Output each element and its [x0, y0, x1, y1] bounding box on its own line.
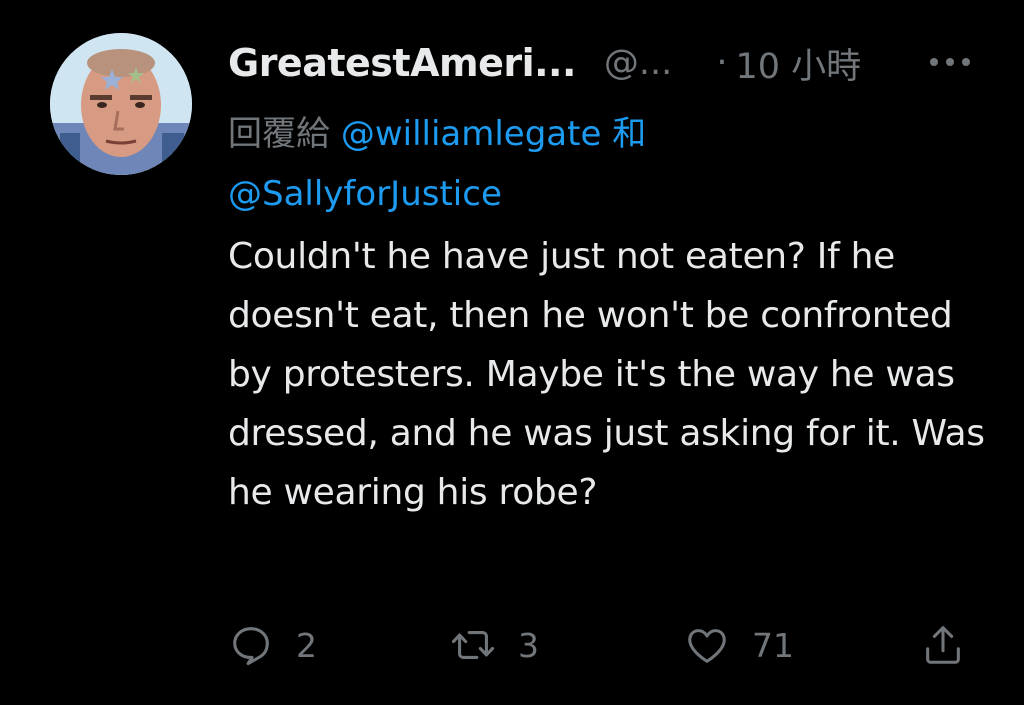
avatar-image — [50, 33, 192, 175]
tweet-timestamp[interactable]: 10 小時 — [735, 38, 861, 89]
tweet-text: Couldn't he have just not eaten? If he d… — [228, 236, 985, 513]
author-name[interactable]: GreatestAmeri... — [228, 41, 576, 85]
reply-count: 2 — [296, 625, 317, 665]
tweet-header: GreatestAmeri... @... · 10 小時 — [228, 38, 988, 88]
heart-icon — [688, 629, 726, 663]
author-handle[interactable]: @... — [604, 43, 672, 83]
reply-context: 回覆給 @williamlegate 和 @SallyforJustice — [228, 104, 988, 224]
retweet-button[interactable]: 3 — [450, 615, 539, 675]
tweet-actions: 2 3 71 — [228, 615, 988, 675]
reply-button[interactable]: 2 — [228, 615, 317, 675]
reply-bubble-icon — [233, 627, 269, 666]
reply-conjunction: 和 — [612, 114, 647, 154]
retweet-count: 3 — [518, 625, 539, 665]
like-count: 71 — [752, 625, 794, 665]
reply-prefix: 回覆給 — [228, 114, 330, 154]
retweet-icon — [451, 631, 495, 659]
share-button[interactable] — [920, 615, 966, 675]
more-horizontal-icon — [930, 58, 938, 66]
time-separator: · — [716, 43, 728, 83]
more-options-button[interactable] — [930, 47, 970, 77]
reply-mention-1[interactable]: @williamlegate — [341, 114, 602, 154]
share-icon — [926, 626, 960, 664]
like-button[interactable]: 71 — [684, 615, 794, 675]
author-avatar[interactable] — [50, 33, 192, 175]
reply-mention-2[interactable]: @SallyforJustice — [228, 174, 502, 214]
